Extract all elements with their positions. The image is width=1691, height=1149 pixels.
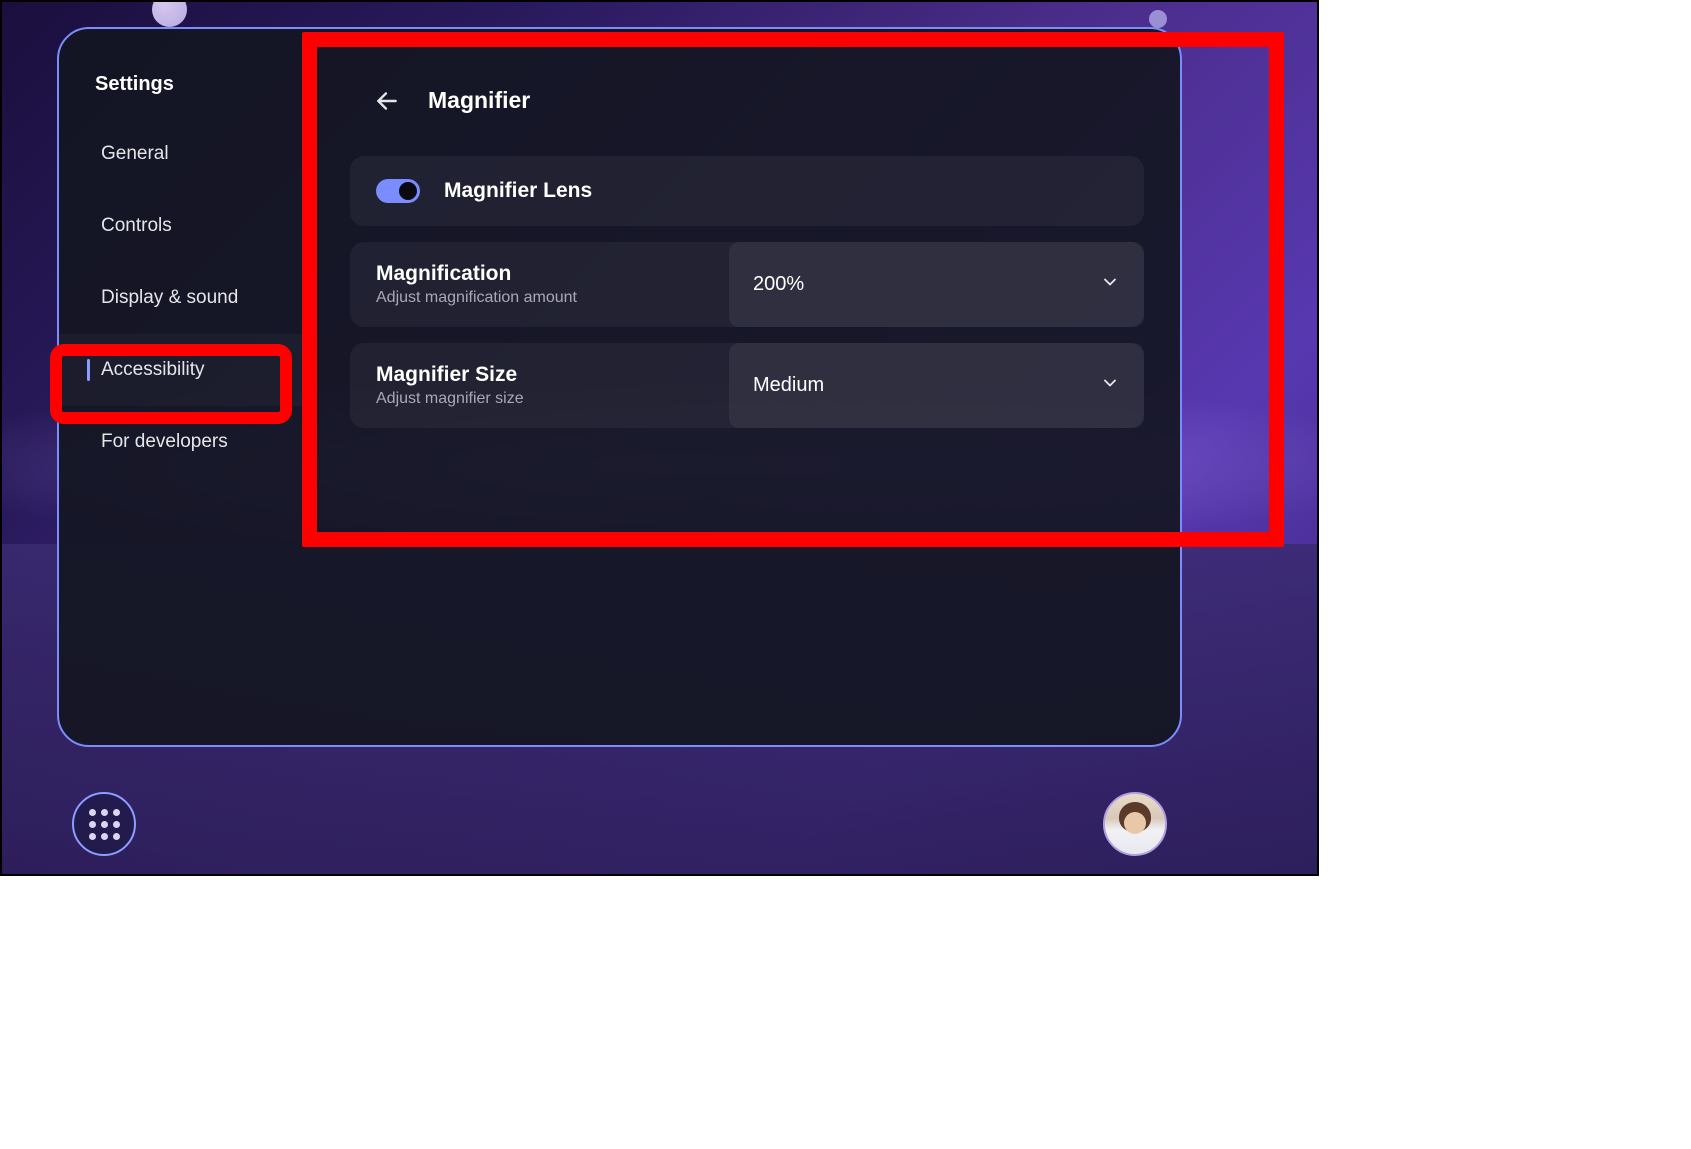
content-header: Magnifier [350,87,1144,114]
sidebar-title: Settings [59,51,314,118]
moon-decoration [152,0,187,27]
magnifier-lens-toggle[interactable] [376,179,420,203]
magnifier-size-dropdown[interactable]: Medium [729,343,1144,428]
magnifier-lens-row: Magnifier Lens [350,156,1144,226]
magnifier-size-name: Magnifier Size [376,363,729,387]
sidebar-item-general[interactable]: General [59,118,314,190]
planet-decoration [1149,10,1167,28]
magnifier-size-text: Magnifier Size Adjust magnifier size [376,363,729,408]
settings-panel: Settings General Controls Display & soun… [57,27,1182,747]
sidebar-item-accessibility[interactable]: Accessibility [59,334,314,406]
magnification-desc: Adjust magnification amount [376,289,729,307]
magnifier-size-value: Medium [753,374,824,397]
magnifier-size-row: Magnifier Size Adjust magnifier size Med… [350,343,1144,428]
vr-environment: Settings General Controls Display & soun… [0,0,1319,876]
magnification-text: Magnification Adjust magnification amoun… [376,262,729,307]
chevron-down-icon [1100,272,1120,297]
magnification-name: Magnification [376,262,729,286]
magnification-row: Magnification Adjust magnification amoun… [350,242,1144,327]
avatar-icon [1105,794,1165,854]
magnifier-size-desc: Adjust magnifier size [376,390,729,408]
content-area: Magnifier Magnifier Lens Magnification A… [314,29,1180,745]
back-arrow-icon[interactable] [374,88,400,114]
sidebar-item-for-developers[interactable]: For developers [59,406,314,478]
toggle-knob [399,182,417,200]
profile-avatar-button[interactable] [1103,792,1167,856]
sidebar: Settings General Controls Display & soun… [59,29,314,745]
app-drawer-button[interactable] [72,792,136,856]
grid-icon [89,809,120,840]
magnification-value: 200% [753,273,804,296]
sidebar-item-controls[interactable]: Controls [59,190,314,262]
magnifier-lens-label: Magnifier Lens [444,179,592,203]
sidebar-item-display-sound[interactable]: Display & sound [59,262,314,334]
chevron-down-icon [1100,373,1120,398]
page-title: Magnifier [428,87,530,114]
magnification-dropdown[interactable]: 200% [729,242,1144,327]
